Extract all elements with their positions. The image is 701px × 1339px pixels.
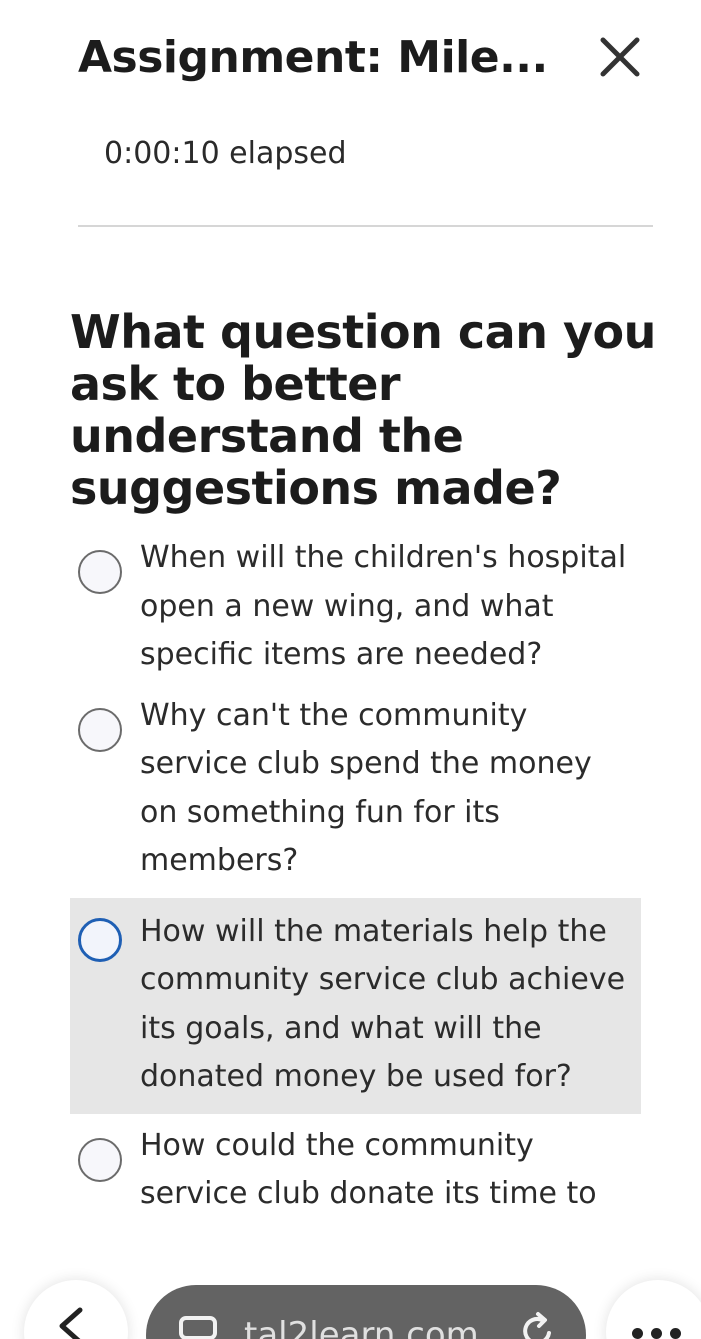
header-divider (78, 225, 653, 227)
url-text: tal2learn.com (244, 1315, 479, 1339)
address-bar[interactable]: tal2learn.com (146, 1285, 586, 1339)
radio-button[interactable] (78, 707, 122, 752)
quiz-page: Assignment: Mile... 0:00:10 elapsed What… (0, 0, 701, 1339)
header: Assignment: Mile... (78, 22, 640, 92)
page-title: Assignment: Mile... (78, 31, 548, 83)
choice-3[interactable]: How will the materials help the communit… (70, 897, 641, 1114)
choice-1[interactable]: When will the children's hospital open a… (70, 530, 641, 688)
radio-button[interactable] (78, 917, 122, 962)
radio-button[interactable] (78, 550, 122, 594)
choice-text: How will the materials help the communit… (140, 913, 626, 1095)
tabs-icon (179, 1316, 217, 1339)
chevron-left-icon (59, 1307, 83, 1339)
choice-2[interactable]: Why can't the community service club spe… (70, 688, 641, 894)
more-icon (632, 1328, 681, 1339)
choice-text: When will the children's hospital open a… (140, 540, 627, 672)
reload-icon[interactable] (518, 1311, 558, 1339)
question-text: What question can you ask to better unde… (70, 305, 656, 515)
close-button[interactable] (594, 31, 646, 83)
answer-choices: When will the children's hospital open a… (70, 530, 641, 1215)
elapsed-timer: 0:00:10 elapsed (104, 136, 347, 171)
close-icon (600, 37, 640, 77)
choice-text: How could the community service club don… (140, 1127, 597, 1212)
choice-4[interactable]: How could the community service club don… (70, 1118, 641, 1216)
radio-button[interactable] (78, 1137, 122, 1182)
choice-text: Why can't the community service club spe… (140, 697, 592, 879)
